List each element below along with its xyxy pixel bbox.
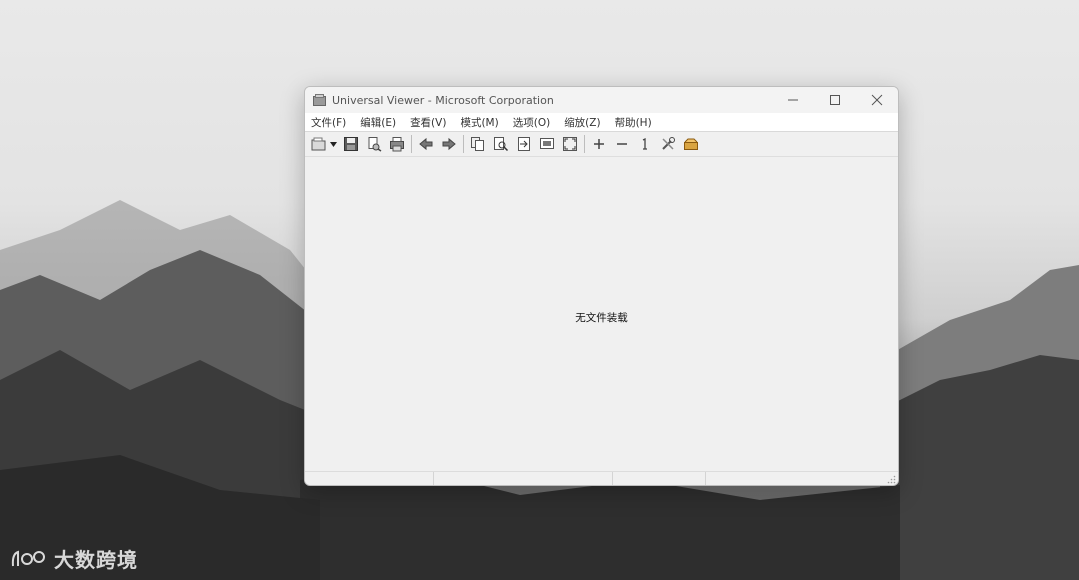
open-button[interactable] — [309, 134, 329, 154]
plugins-icon — [684, 138, 698, 150]
maximize-icon — [830, 95, 840, 105]
menu-options[interactable]: 选项(O) — [513, 115, 550, 130]
original-size-button[interactable] — [635, 134, 655, 154]
open-dropdown-button[interactable] — [329, 134, 337, 154]
fullscreen-icon — [563, 137, 577, 151]
app-icon — [313, 94, 326, 106]
status-bar — [305, 471, 898, 485]
watermark: 大数跨境 — [10, 544, 138, 573]
back-button[interactable] — [416, 134, 436, 154]
watermark-logo-icon — [11, 550, 45, 566]
save-icon — [344, 137, 358, 151]
copy-icon — [471, 137, 484, 151]
close-button[interactable] — [856, 87, 898, 113]
menu-bar: 文件(F) 编辑(E) 查看(V) 模式(M) 选项(O) 缩放(Z) 帮助(H… — [305, 113, 898, 132]
find-button[interactable] — [491, 134, 511, 154]
zoom-in-icon — [594, 139, 604, 149]
options-button[interactable] — [658, 134, 678, 154]
dropdown-arrow-icon — [329, 141, 337, 147]
original-size-icon — [642, 137, 647, 150]
status-cell — [434, 472, 613, 485]
viewer-content[interactable]: 无文件装载 — [305, 157, 898, 470]
window-title: Universal Viewer - Microsoft Corporation — [332, 93, 554, 107]
fit-window-icon — [540, 138, 554, 149]
print-icon — [390, 137, 404, 152]
empty-message: 无文件装载 — [575, 312, 628, 324]
status-cell — [305, 472, 434, 485]
toolbar-separator — [584, 135, 585, 153]
status-cell — [613, 472, 706, 485]
back-icon — [419, 137, 433, 151]
close-icon — [871, 94, 883, 106]
toolbar-separator — [463, 135, 464, 153]
goto-icon — [518, 137, 530, 151]
resize-grip-icon[interactable] — [887, 475, 896, 484]
zoom-out-button[interactable] — [612, 134, 632, 154]
menu-mode[interactable]: 模式(M) — [460, 115, 498, 130]
zoom-in-button[interactable] — [589, 134, 609, 154]
copy-button[interactable] — [468, 134, 488, 154]
goto-button[interactable] — [514, 134, 534, 154]
menu-view[interactable]: 查看(V) — [410, 115, 446, 130]
save-button[interactable] — [341, 134, 361, 154]
minimize-button[interactable] — [772, 87, 814, 113]
fullscreen-button[interactable] — [560, 134, 580, 154]
fit-window-button[interactable] — [537, 134, 557, 154]
menu-zoom[interactable]: 缩放(Z) — [564, 115, 600, 130]
forward-button[interactable] — [439, 134, 459, 154]
title-bar[interactable]: Universal Viewer - Microsoft Corporation — [305, 87, 898, 113]
plugins-button[interactable] — [681, 134, 701, 154]
maximize-button[interactable] — [814, 87, 856, 113]
find-icon — [494, 137, 509, 152]
print-preview-icon — [368, 137, 382, 152]
print-button[interactable] — [387, 134, 407, 154]
minimize-icon — [788, 99, 798, 101]
menu-help[interactable]: 帮助(H) — [615, 115, 652, 130]
zoom-out-icon — [617, 143, 627, 145]
options-icon — [662, 137, 675, 150]
toolbar-separator — [411, 135, 412, 153]
status-cell — [706, 472, 886, 485]
menu-edit[interactable]: 编辑(E) — [360, 115, 396, 130]
print-preview-button[interactable] — [364, 134, 384, 154]
app-window: Universal Viewer - Microsoft Corporation… — [304, 86, 899, 486]
forward-icon — [442, 137, 456, 151]
watermark-text: 大数跨境 — [54, 548, 138, 572]
menu-file[interactable]: 文件(F) — [311, 115, 346, 130]
open-folder-icon — [311, 137, 326, 151]
toolbar — [305, 132, 898, 157]
